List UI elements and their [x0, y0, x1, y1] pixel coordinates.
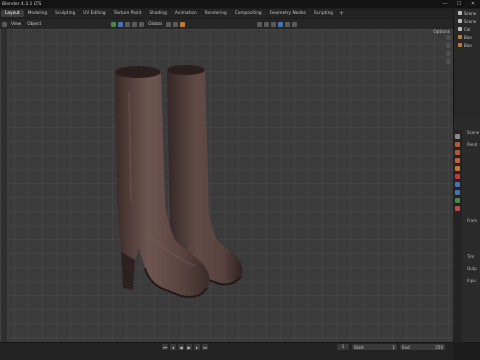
end-frame-field[interactable]: End 250 — [400, 344, 445, 350]
outliner-label: Col — [464, 26, 471, 32]
properties-tabs — [453, 130, 462, 342]
zoom-icon[interactable] — [446, 35, 451, 40]
tab-texture-paint[interactable]: Texture Paint — [110, 10, 146, 17]
tab-geometry-nodes[interactable]: Geometry Nodes — [266, 10, 310, 17]
props-label: Outp — [467, 266, 477, 271]
perspective-icon[interactable] — [446, 59, 451, 64]
outliner-label: Scene — [464, 18, 477, 24]
outliner-row[interactable]: Boo — [454, 33, 480, 41]
start-frame-field[interactable]: Start 1 — [352, 344, 397, 350]
workspace-tabs: Layout Modeling Sculpting UV Editing Tex… — [0, 9, 480, 18]
tab-uv-editing[interactable]: UV Editing — [79, 10, 109, 17]
collection-icon — [458, 19, 462, 23]
cursor-icon[interactable] — [139, 21, 145, 27]
outliner-label: Boo — [464, 42, 472, 48]
world-tab-icon[interactable] — [455, 174, 460, 179]
props-label: Tim — [467, 254, 475, 259]
add-workspace-button[interactable]: + — [339, 10, 344, 17]
outliner-label: Scene — [464, 10, 477, 16]
mesh-icon — [458, 35, 462, 39]
snap-icon[interactable] — [165, 21, 171, 27]
tab-layout[interactable]: Layout — [1, 10, 24, 17]
tab-modeling[interactable]: Modeling — [24, 10, 52, 17]
tab-scripting[interactable]: Scripting — [310, 10, 337, 17]
render-tab-icon[interactable] — [455, 142, 460, 147]
play-icon[interactable]: ▶ — [186, 344, 192, 350]
left-toolbar[interactable] — [1, 29, 7, 342]
view-menu[interactable]: View — [8, 22, 24, 27]
current-frame-field[interactable]: 1 — [337, 344, 349, 350]
play-reverse-icon[interactable]: ◀ — [178, 344, 184, 350]
tab-rendering[interactable]: Rendering — [201, 10, 231, 17]
tab-shading[interactable]: Shading — [145, 10, 170, 17]
outliner-label: Boo — [464, 34, 472, 40]
collection-icon — [458, 27, 462, 31]
modifier-tab-icon[interactable] — [455, 190, 460, 195]
physics-tab-icon[interactable] — [455, 198, 460, 203]
window-controls: — ☐ ✕ — [438, 0, 480, 8]
overlays-icon[interactable] — [256, 21, 262, 27]
pan-icon[interactable] — [446, 43, 451, 48]
proportional-edit-icon[interactable] — [179, 21, 185, 27]
boots-model[interactable] — [85, 52, 275, 317]
output-tab-icon[interactable] — [455, 150, 460, 155]
select-box-icon[interactable] — [132, 21, 138, 27]
pivot-icon[interactable] — [118, 21, 124, 27]
navigation-gizmo[interactable] — [446, 35, 451, 64]
object-tab-icon[interactable] — [455, 182, 460, 187]
xray-icon[interactable] — [263, 21, 269, 27]
props-label: Inpu — [467, 278, 476, 283]
outliner-row[interactable]: Boo — [454, 41, 480, 49]
orientation-icon[interactable] — [111, 21, 117, 27]
props-label: Scene — [467, 130, 480, 135]
viewport-header: View Object Global — [0, 19, 453, 29]
props-label: Rend — [467, 142, 478, 147]
outliner-panel[interactable]: Scene Scene Col Boo Boo — [453, 9, 480, 119]
props-label: Fram — [467, 218, 478, 223]
tool-tab-icon[interactable] — [455, 134, 460, 139]
tab-sculpting[interactable]: Sculpting — [51, 10, 79, 17]
transform-orientation-select[interactable]: Global — [145, 22, 165, 27]
close-button[interactable]: ✕ — [466, 0, 480, 8]
playback-controls: ⏮ ◂ ◀ ▶ ▸ ⏭ — [162, 344, 208, 350]
start-label: Start — [354, 344, 364, 350]
view-layer-tab-icon[interactable] — [455, 158, 460, 163]
outliner-row[interactable]: Scene — [454, 9, 480, 17]
shading-solid-icon[interactable] — [270, 21, 276, 27]
next-keyframe-icon[interactable]: ▸ — [194, 344, 200, 350]
tab-animation[interactable]: Animation — [171, 10, 201, 17]
editor-type-icon[interactable] — [2, 21, 7, 27]
shading-rendered-icon[interactable] — [284, 21, 290, 27]
jump-start-icon[interactable]: ⏮ — [162, 344, 168, 350]
magnet-icon[interactable] — [172, 21, 178, 27]
object-menu[interactable]: Object — [24, 22, 44, 27]
outliner-row[interactable]: Scene — [454, 17, 480, 25]
app-title: Blender 4.3.1 LTS — [2, 1, 42, 7]
transform-icon[interactable] — [125, 21, 131, 27]
start-value: 1 — [392, 344, 395, 350]
material-tab-icon[interactable] — [455, 206, 460, 211]
end-label: End — [402, 344, 410, 350]
prev-keyframe-icon[interactable]: ◂ — [170, 344, 176, 350]
tab-compositing[interactable]: Compositing — [231, 10, 266, 17]
minimize-button[interactable]: — — [438, 0, 452, 8]
maximize-button[interactable]: ☐ — [452, 0, 466, 8]
shading-material-icon[interactable] — [277, 21, 283, 27]
outliner-row[interactable]: Col — [454, 25, 480, 33]
scene-tab-icon[interactable] — [455, 166, 460, 171]
filter-icon[interactable] — [291, 21, 297, 27]
end-value: 250 — [435, 344, 443, 350]
scene-icon — [458, 11, 462, 15]
jump-end-icon[interactable]: ⏭ — [202, 344, 208, 350]
title-bar: Blender 4.3.1 LTS — [0, 0, 480, 8]
mesh-icon — [458, 43, 462, 47]
camera-icon[interactable] — [446, 51, 451, 56]
